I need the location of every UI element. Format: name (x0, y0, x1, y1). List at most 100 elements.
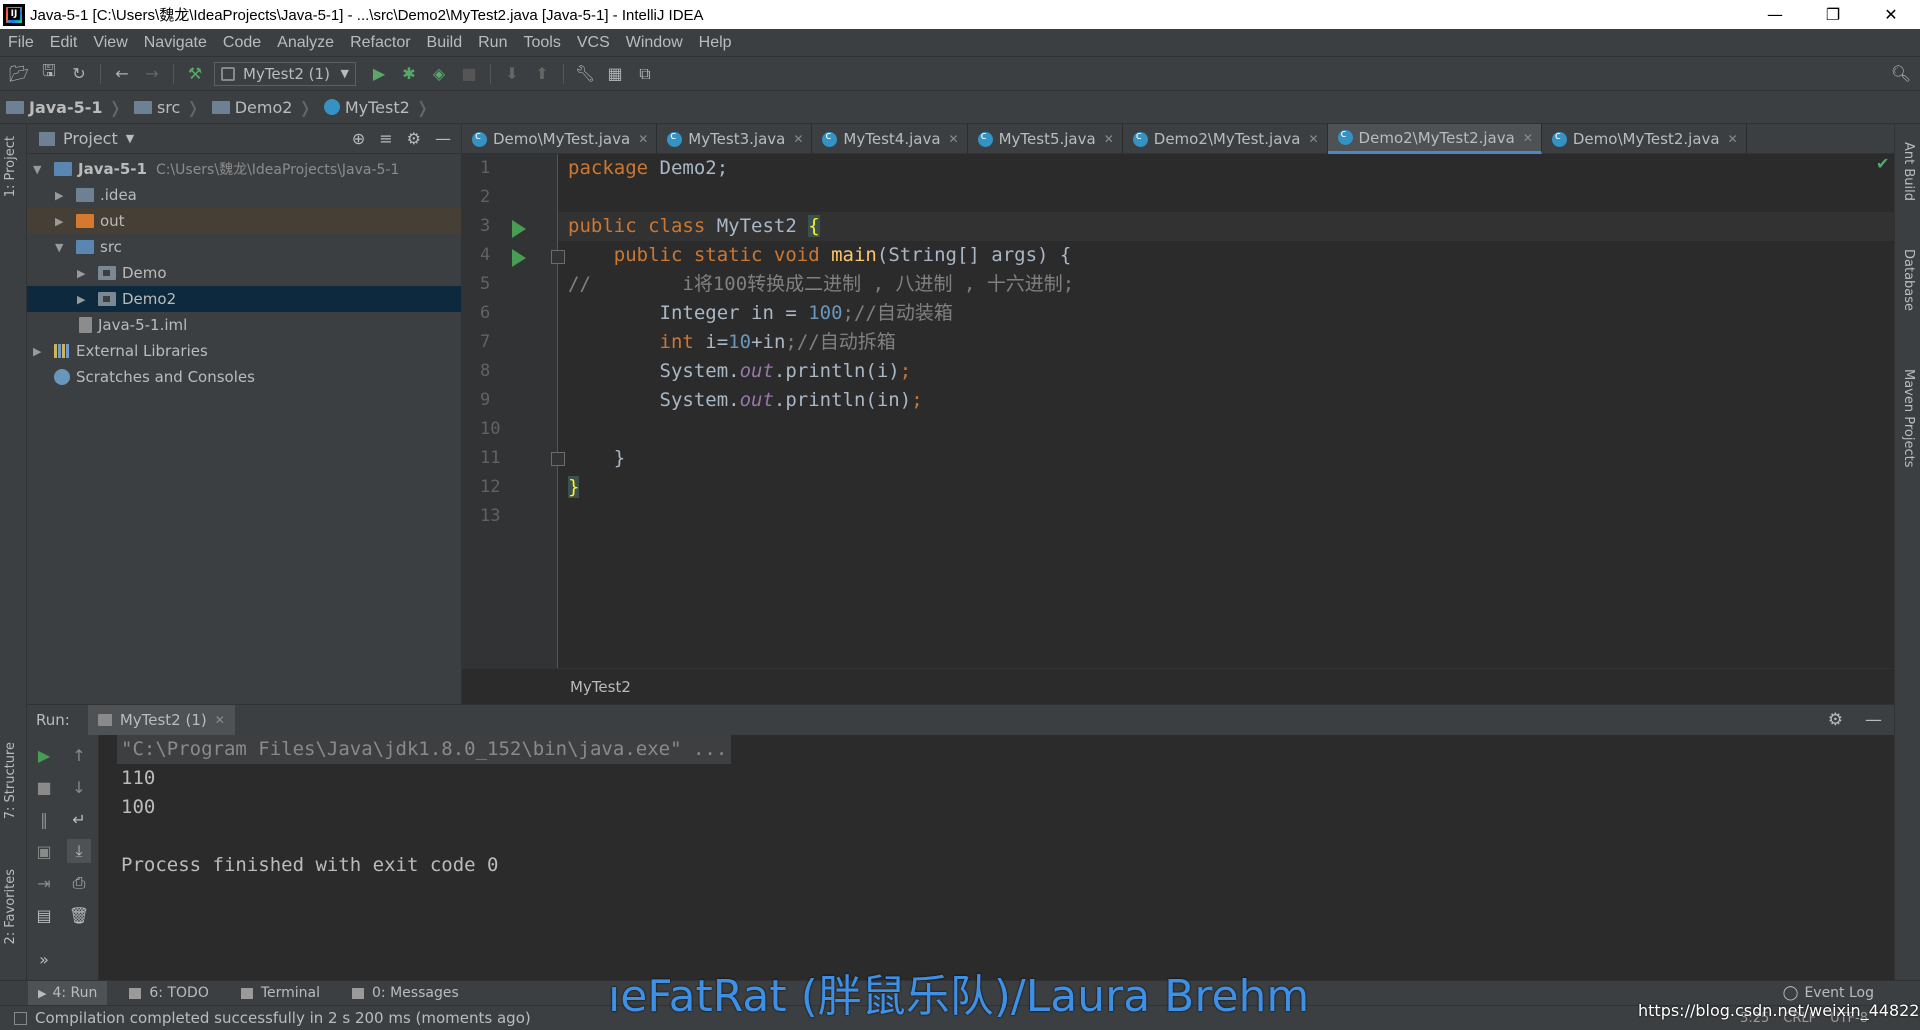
layout-icon[interactable]: ▤ (32, 903, 56, 927)
expand-arrow-icon[interactable]: ▶ (77, 267, 89, 280)
gear-icon[interactable]: ⚙ (1828, 710, 1843, 730)
vcs-commit-icon[interactable]: ⬆ (527, 61, 557, 87)
breadcrumb-item-project[interactable]: Java-5-1 ❭ (0, 98, 128, 117)
tab-todo[interactable]: 6: TODO (119, 981, 218, 1006)
editor-breadcrumb-item[interactable]: MyTest2 (570, 678, 631, 696)
more-chevron-icon[interactable]: » (32, 947, 56, 971)
expand-arrow-icon[interactable]: ▼ (55, 241, 67, 254)
tree-item-iml[interactable]: Java-5-1.iml (27, 312, 461, 338)
tab-structure[interactable]: 7: Structure (3, 742, 18, 819)
gear-icon[interactable]: ⚙ (407, 129, 421, 148)
fold-marker-icon[interactable] (551, 452, 565, 466)
close-tab-icon[interactable]: ✕ (949, 132, 959, 146)
project-panel-title[interactable]: Project (63, 129, 118, 148)
expand-arrow-icon[interactable]: ▶ (55, 215, 67, 228)
run-main-gutter-icon[interactable] (512, 249, 526, 267)
code-editor[interactable]: 1 2 3 4 5 6 7 8 9 10 11 12 13 package De… (462, 154, 1894, 668)
tree-item-external-libraries[interactable]: ▶ External Libraries (27, 338, 461, 364)
exit-icon[interactable]: ⇥ (32, 871, 56, 895)
menu-run[interactable]: Run (470, 34, 515, 52)
close-tab-icon[interactable]: ✕ (1104, 132, 1114, 146)
stop-icon[interactable]: ■ (32, 775, 56, 799)
console-output[interactable]: "C:\Program Files\Java\jdk1.8.0_152\bin\… (99, 735, 1894, 980)
tab-mytest4[interactable]: MyTest4.java ✕ (812, 124, 968, 154)
debug-bug-icon[interactable]: ✱ (394, 61, 424, 87)
trash-icon[interactable]: 🗑︎ (67, 903, 91, 927)
close-tab-icon[interactable]: ✕ (793, 132, 803, 146)
close-icon[interactable]: ✕ (1862, 0, 1920, 29)
expand-arrow-icon[interactable]: ▶ (55, 189, 67, 202)
tree-item-out[interactable]: ▶ out (27, 208, 461, 234)
pause-icon[interactable]: ‖ (32, 807, 56, 831)
sdk-manager-icon[interactable]: ⧉ (630, 61, 660, 87)
hide-panel-icon[interactable]: — (435, 129, 451, 148)
scroll-up-icon[interactable]: ↑ (67, 743, 91, 767)
menu-edit[interactable]: Edit (42, 34, 86, 52)
tab-terminal[interactable]: Terminal (231, 981, 330, 1006)
expand-arrow-icon[interactable]: ▶ (77, 293, 89, 306)
menu-build[interactable]: Build (419, 34, 471, 52)
status-toggle-icon[interactable] (14, 1011, 27, 1025)
menu-refactor[interactable]: Refactor (342, 34, 418, 52)
menu-view[interactable]: View (85, 34, 135, 52)
fold-marker-icon[interactable] (551, 250, 565, 264)
menu-navigate[interactable]: Navigate (136, 34, 215, 52)
hide-panel-icon[interactable]: — (1865, 710, 1882, 730)
close-tab-icon[interactable]: ✕ (638, 132, 648, 146)
expand-arrow-icon[interactable]: ▶ (33, 345, 45, 358)
tree-item-demo2[interactable]: ▶ Demo2 (27, 286, 461, 312)
restore-icon[interactable]: ❐ (1804, 0, 1862, 29)
soft-wrap-icon[interactable]: ↵ (67, 807, 91, 831)
tab-demo2-mytest[interactable]: Demo2\MyTest.java ✕ (1123, 124, 1328, 154)
vcs-update-icon[interactable]: ⬇ (497, 61, 527, 87)
print-icon[interactable]: ⎙ (67, 871, 91, 895)
breadcrumb-item-src[interactable]: src ❭ (128, 98, 206, 117)
scroll-down-icon[interactable]: ↓ (67, 775, 91, 799)
tree-item-src[interactable]: ▼ src (27, 234, 461, 260)
close-tab-icon[interactable]: ✕ (1523, 131, 1533, 145)
tab-favorites[interactable]: 2: Favorites (3, 869, 18, 945)
menu-tools[interactable]: Tools (515, 34, 568, 52)
collapse-all-icon[interactable]: ≡ (379, 129, 392, 148)
menu-analyze[interactable]: Analyze (269, 34, 342, 52)
scroll-to-end-icon[interactable]: ⤓ (67, 839, 91, 863)
tab-mytest5[interactable]: MyTest5.java ✕ (968, 124, 1123, 154)
menu-window[interactable]: Window (618, 34, 691, 52)
tab-demo2-mytest2[interactable]: Demo2\MyTest2.java ✕ (1327, 124, 1542, 154)
project-structure-icon[interactable]: ▦ (600, 61, 630, 87)
close-tab-icon[interactable]: ✕ (1308, 132, 1318, 146)
expand-arrow-icon[interactable]: ▼ (33, 163, 45, 176)
tab-demo-mytest[interactable]: Demo\MyTest.java ✕ (462, 124, 658, 154)
dump-threads-icon[interactable]: ▣ (32, 839, 56, 863)
menu-file[interactable]: File (0, 34, 42, 52)
tab-project[interactable]: 1: Project (3, 136, 18, 197)
tab-run[interactable]: ▶ 4: Run (28, 980, 108, 1006)
run-class-gutter-icon[interactable] (512, 220, 526, 238)
breadcrumb-item-demo2[interactable]: Demo2 ❭ (206, 98, 318, 117)
tree-item-idea[interactable]: ▶ .idea (27, 182, 461, 208)
locate-icon[interactable]: ⊕ (352, 129, 365, 148)
rerun-icon[interactable]: ▶ (32, 743, 56, 767)
sync-icon[interactable]: ↻ (64, 61, 94, 87)
menu-vcs[interactable]: VCS (569, 34, 618, 52)
stop-icon[interactable]: ■ (454, 61, 484, 87)
open-folder-icon[interactable]: 📂︎ (4, 61, 34, 87)
tab-messages[interactable]: 0: Messages (342, 981, 469, 1006)
breadcrumb-item-mytest2[interactable]: MyTest2 ❭ (318, 98, 435, 117)
back-arrow-icon[interactable]: ← (107, 61, 137, 87)
build-hammer-icon[interactable]: ⚒ (180, 61, 210, 87)
forward-arrow-icon[interactable]: → (137, 61, 167, 87)
tab-ant-build[interactable]: Ant Build (1901, 142, 1916, 201)
tree-item-scratches[interactable]: Scratches and Consoles (27, 364, 461, 390)
tab-maven-projects[interactable]: Maven Projects (1901, 369, 1916, 468)
tab-database[interactable]: Database (1901, 249, 1916, 311)
tab-demo-mytest2[interactable]: Demo\MyTest2.java ✕ (1542, 124, 1747, 154)
close-tab-icon[interactable]: ✕ (215, 713, 225, 727)
menu-code[interactable]: Code (215, 34, 269, 52)
settings-wrench-icon[interactable]: 🔧︎ (570, 61, 600, 87)
run-tab-mytest2[interactable]: MyTest2 (1) ✕ (87, 704, 235, 736)
search-icon[interactable]: 🔍︎ (1886, 61, 1916, 87)
menu-help[interactable]: Help (691, 34, 740, 52)
tree-item-root[interactable]: ▼ Java-5-1 C:\Users\魏龙\IdeaProjects\Java… (27, 156, 461, 182)
close-tab-icon[interactable]: ✕ (1728, 132, 1738, 146)
